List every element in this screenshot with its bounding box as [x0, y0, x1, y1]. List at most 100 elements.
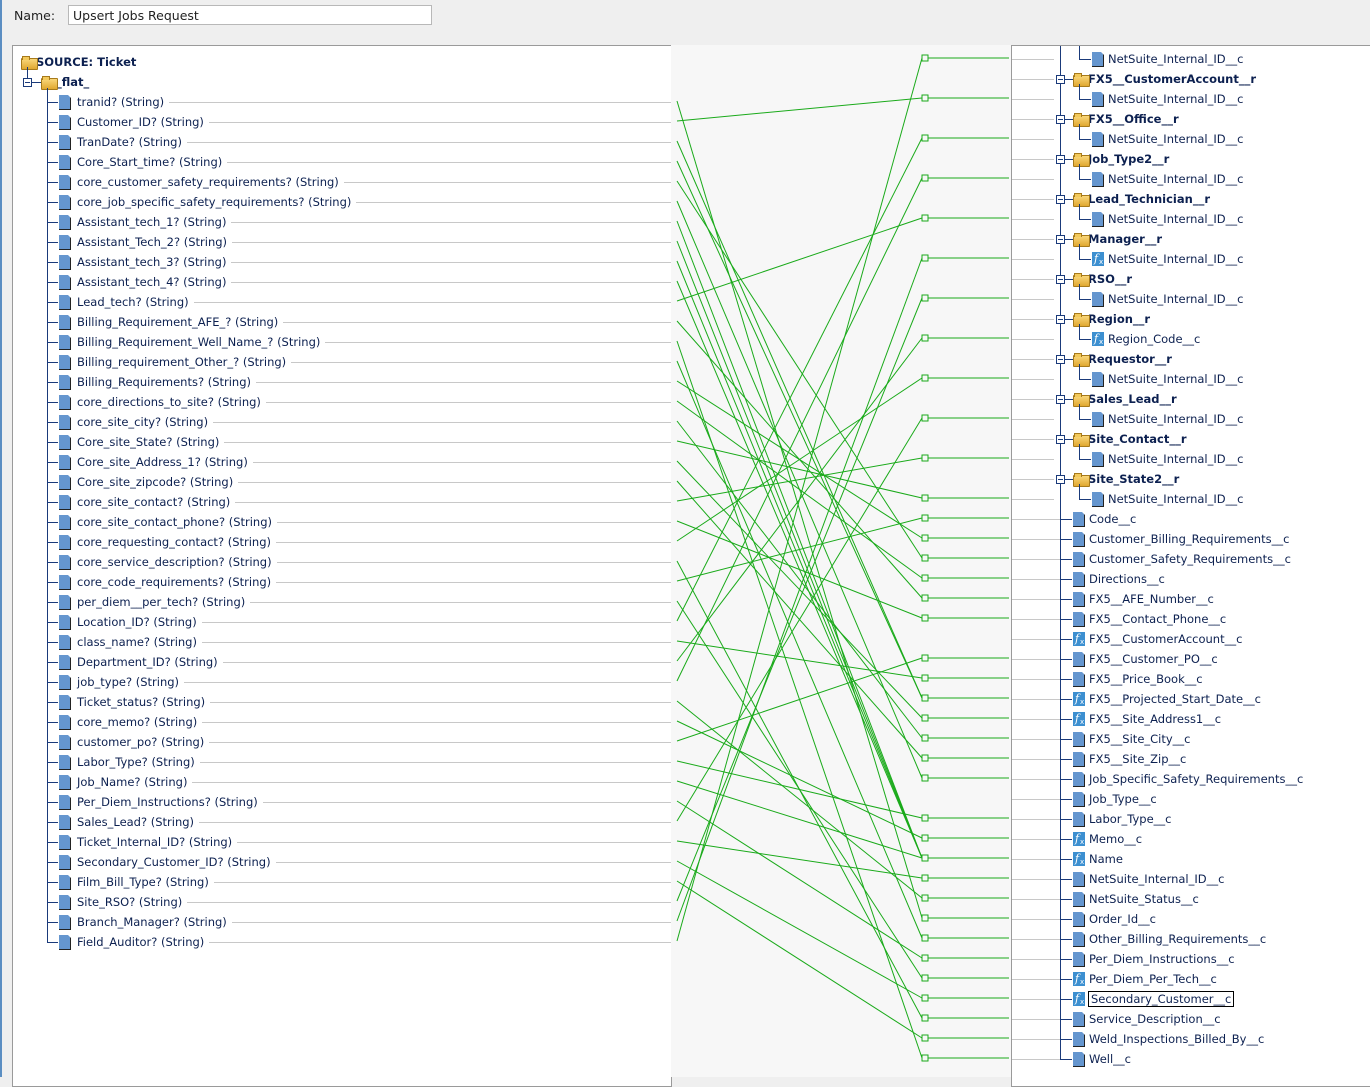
collapse-toggle[interactable]: [1056, 235, 1065, 244]
target-field[interactable]: Job_Specific_Safety_Requirements__c: [1072, 769, 1303, 789]
mapping-line[interactable]: [676, 257, 923, 922]
source-field[interactable]: Branch_Manager? (String): [58, 912, 227, 932]
target-field[interactable]: FX5__Site_Zip__c: [1072, 749, 1186, 769]
source-field[interactable]: Billing_Requirement_Well_Name_? (String): [58, 332, 320, 352]
target-field[interactable]: NetSuite_Internal_ID__c: [1091, 209, 1243, 229]
target-connector-box[interactable]: [921, 654, 929, 662]
target-connector-box[interactable]: [921, 894, 929, 902]
target-group[interactable]: Job_Type2__r: [1073, 149, 1169, 169]
target-field[interactable]: Order_Id__c: [1072, 909, 1156, 929]
target-field[interactable]: FX5__AFE_Number__c: [1072, 589, 1214, 609]
target-tree-panel[interactable]: NetSuite_Internal_ID__c FX5__CustomerAcco…: [1011, 45, 1370, 1087]
target-field[interactable]: Memo__c: [1072, 829, 1142, 849]
collapse-toggle[interactable]: [1056, 395, 1065, 404]
mapping-line[interactable]: [676, 177, 923, 682]
mapping-line[interactable]: [676, 297, 923, 902]
target-connector-box[interactable]: [921, 534, 929, 542]
target-field[interactable]: NetSuite_Internal_ID__c: [1091, 169, 1243, 189]
target-field[interactable]: Name: [1072, 849, 1123, 869]
mapping-line[interactable]: [676, 377, 923, 542]
target-connector-box[interactable]: [921, 414, 929, 422]
target-field[interactable]: FX5__CustomerAccount__c: [1072, 629, 1242, 649]
target-connector-box[interactable]: [921, 754, 929, 762]
mapping-line[interactable]: [676, 220, 923, 859]
source-field[interactable]: Assistant_tech_3? (String): [58, 252, 226, 272]
target-connector-box[interactable]: [921, 1034, 929, 1042]
target-group[interactable]: Site_State2__r: [1073, 469, 1179, 489]
source-field[interactable]: Core_site_zipcode? (String): [58, 472, 233, 492]
target-connector-box[interactable]: [921, 514, 929, 522]
target-group[interactable]: RSO__r: [1073, 269, 1132, 289]
collapse-toggle[interactable]: [1056, 435, 1065, 444]
target-connector-box[interactable]: [921, 674, 929, 682]
target-connector-box[interactable]: [921, 554, 929, 562]
mapping-canvas[interactable]: [671, 45, 1011, 1077]
target-field[interactable]: NetSuite_Internal_ID__c: [1091, 449, 1243, 469]
source-field[interactable]: Site_RSO? (String): [58, 892, 182, 912]
mapping-line[interactable]: [676, 97, 923, 122]
source-field[interactable]: Per_Diem_Instructions? (String): [58, 792, 258, 812]
source-field[interactable]: Customer_ID? (String): [58, 112, 204, 132]
target-field[interactable]: Per_Diem_Instructions__c: [1072, 949, 1235, 969]
source-field[interactable]: core_directions_to_site? (String): [58, 392, 261, 412]
target-field[interactable]: Directions__c: [1072, 569, 1165, 589]
target-group[interactable]: Manager__r: [1073, 229, 1162, 249]
mapping-line[interactable]: [676, 700, 923, 899]
mapping-line[interactable]: [676, 417, 923, 822]
target-connector-box[interactable]: [921, 974, 929, 982]
target-field[interactable]: NetSuite_Internal_ID__c: [1072, 869, 1224, 889]
target-field[interactable]: Service_Description__c: [1072, 1009, 1221, 1029]
target-field[interactable]: Well__c: [1072, 1049, 1131, 1069]
source-field[interactable]: core_requesting_contact? (String): [58, 532, 271, 552]
target-field[interactable]: NetSuite_Internal_ID__c: [1091, 249, 1243, 269]
target-field[interactable]: Labor_Type__c: [1072, 809, 1172, 829]
source-field[interactable]: Core_Start_time? (String): [58, 152, 222, 172]
target-group[interactable]: Lead_Technician__r: [1073, 189, 1210, 209]
target-connector-box[interactable]: [921, 454, 929, 462]
target-connector-box[interactable]: [921, 374, 929, 382]
target-field[interactable]: NetSuite_Internal_ID__c: [1091, 49, 1243, 69]
mapping-line[interactable]: [676, 140, 923, 699]
target-field[interactable]: Customer_Safety_Requirements__c: [1072, 549, 1291, 569]
source-field[interactable]: core_job_specific_safety_requirements? (…: [58, 192, 351, 212]
source-field[interactable]: core_site_contact? (String): [58, 492, 230, 512]
source-field[interactable]: Core_site_Address_1? (String): [58, 452, 248, 472]
source-field[interactable]: core_code_requirements? (String): [58, 572, 271, 592]
mapping-line[interactable]: [676, 800, 923, 959]
target-connector-box[interactable]: [921, 994, 929, 1002]
target-connector-box[interactable]: [921, 54, 929, 62]
source-group-flat[interactable]: _flat_: [41, 72, 89, 92]
target-connector-box[interactable]: [921, 854, 929, 862]
target-field[interactable]: NetSuite_Internal_ID__c: [1091, 89, 1243, 109]
target-field[interactable]: NetSuite_Internal_ID__c: [1091, 489, 1243, 509]
target-connector-box[interactable]: [921, 294, 929, 302]
target-field[interactable]: Secondary_Customer__c: [1072, 989, 1235, 1009]
source-field[interactable]: core_site_contact_phone? (String): [58, 512, 272, 532]
collapse-toggle[interactable]: [1056, 315, 1065, 324]
target-connector-box[interactable]: [921, 134, 929, 142]
source-field[interactable]: class_name? (String): [58, 632, 197, 652]
source-field[interactable]: Location_ID? (String): [58, 612, 197, 632]
source-field[interactable]: Lead_tech? (String): [58, 292, 189, 312]
target-group[interactable]: Requestor__r: [1073, 349, 1172, 369]
mapping-line[interactable]: [676, 217, 923, 302]
source-field[interactable]: Assistant_tech_4? (String): [58, 272, 226, 292]
mapping-line[interactable]: [676, 180, 923, 559]
source-field[interactable]: Billing_Requirements? (String): [58, 372, 251, 392]
source-field[interactable]: core_site_city? (String): [58, 412, 208, 432]
source-field[interactable]: Field_Auditor? (String): [58, 932, 204, 952]
target-field[interactable]: Customer_Billing_Requirements__c: [1072, 529, 1289, 549]
target-connector-box[interactable]: [921, 594, 929, 602]
target-field[interactable]: FX5__Site_Address1__c: [1072, 709, 1221, 729]
source-field[interactable]: core_memo? (String): [58, 712, 197, 732]
target-group[interactable]: FX5__CustomerAccount__r: [1073, 69, 1256, 89]
mapping-line[interactable]: [676, 657, 923, 742]
source-field[interactable]: Film_Bill_Type? (String): [58, 872, 209, 892]
mapping-line[interactable]: [676, 860, 923, 999]
collapse-toggle[interactable]: [1056, 115, 1065, 124]
mapping-line[interactable]: [676, 640, 923, 679]
source-field[interactable]: Ticket_Internal_ID? (String): [58, 832, 232, 852]
target-connector-box[interactable]: [921, 714, 929, 722]
collapse-toggle[interactable]: [23, 78, 32, 87]
target-field[interactable]: FX5__Customer_PO__c: [1072, 649, 1218, 669]
